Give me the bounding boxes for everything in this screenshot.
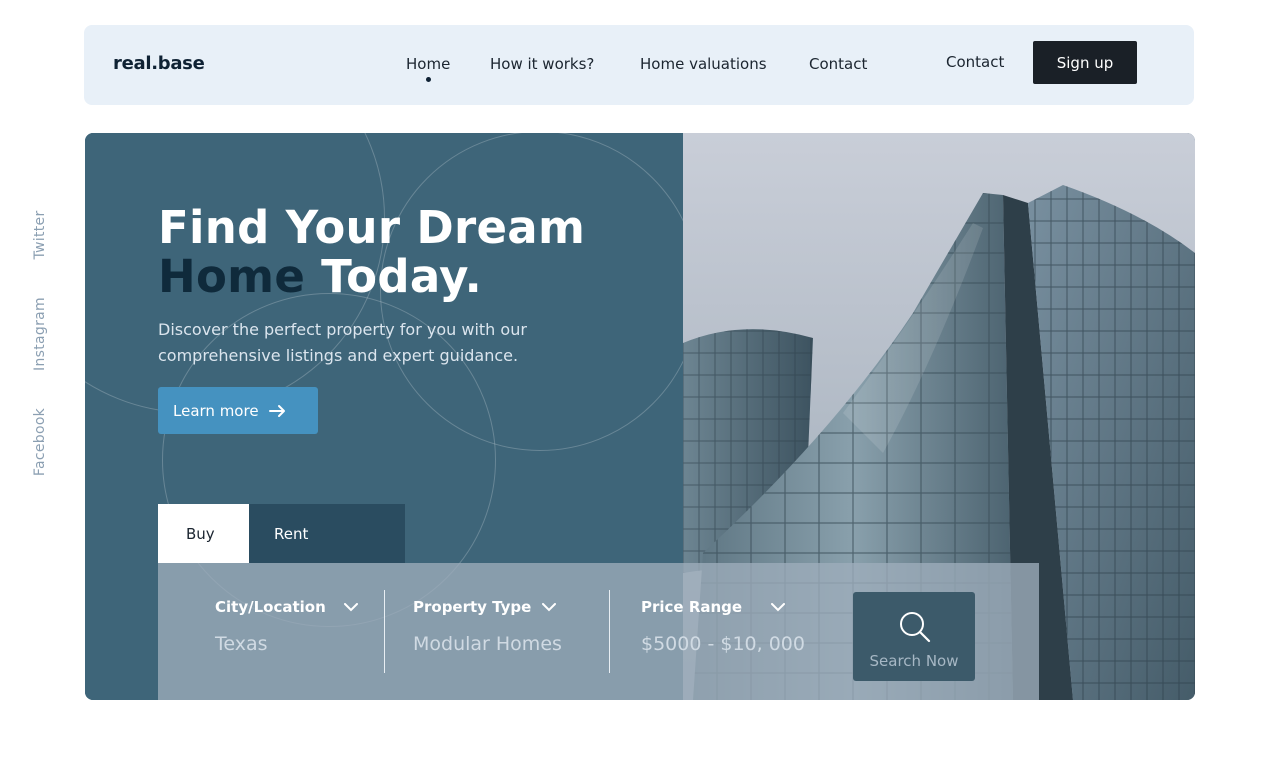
city-location-label: City/Location <box>215 598 326 616</box>
search-now-label: Search Now <box>869 652 959 670</box>
field-divider <box>384 590 385 673</box>
social-link-facebook[interactable]: Facebook <box>32 408 48 476</box>
search-icon <box>900 612 931 643</box>
arrow-right-icon <box>268 404 285 417</box>
property-type-field[interactable]: Property Type Modular Homes <box>413 563 593 700</box>
price-range-field[interactable]: Price Range $5000 - $10, 000 <box>641 563 841 700</box>
top-navigation: real.base Home How it works? Home valuat… <box>84 25 1194 105</box>
hero-subtext: Discover the perfect property for you wi… <box>158 320 527 365</box>
learn-more-button[interactable]: Learn more <box>158 387 318 434</box>
city-location-value[interactable]: Texas <box>215 633 268 655</box>
property-type-label: Property Type <box>413 598 532 616</box>
chevron-down-icon[interactable] <box>542 603 556 612</box>
nav-item-home[interactable]: Home <box>406 55 450 73</box>
city-location-field[interactable]: City/Location Texas <box>215 563 375 700</box>
hero-section: Find Your Dream Home Today. Discover the… <box>85 133 1195 700</box>
social-link-instagram[interactable]: Instagram <box>32 297 48 371</box>
chevron-down-icon[interactable] <box>771 603 785 612</box>
hero-headline: Find Your Dream Home Today. <box>158 203 585 301</box>
property-type-value[interactable]: Modular Homes <box>413 633 562 655</box>
property-search-panel: City/Location Texas Property Type Modula… <box>158 563 1039 700</box>
chevron-down-icon[interactable] <box>344 603 358 612</box>
headline-line-1: Find Your Dream <box>158 201 586 254</box>
nav-item-contact[interactable]: Contact <box>809 55 867 73</box>
nav-item-how-it-works[interactable]: How it works? <box>490 55 594 73</box>
headline-rest: Today. <box>321 250 483 303</box>
price-range-value[interactable]: $5000 - $10, 000 <box>641 633 805 655</box>
tab-rent[interactable]: Rent <box>249 504 405 563</box>
logo[interactable]: real.base <box>113 53 205 74</box>
tab-buy[interactable]: Buy <box>158 504 249 563</box>
field-divider <box>609 590 610 673</box>
price-range-label: Price Range <box>641 598 743 616</box>
headline-accent: Home <box>158 250 306 303</box>
signup-button[interactable]: Sign up <box>1033 41 1137 84</box>
nav-item-home-valuations[interactable]: Home valuations <box>640 55 767 73</box>
contact-link[interactable]: Contact <box>946 53 1004 71</box>
learn-more-label: Learn more <box>173 401 259 420</box>
search-now-button[interactable]: Search Now <box>853 592 975 681</box>
headline-line-2: Home Today. <box>158 252 585 301</box>
active-nav-indicator <box>426 77 431 82</box>
social-link-twitter[interactable]: Twitter <box>32 210 48 259</box>
